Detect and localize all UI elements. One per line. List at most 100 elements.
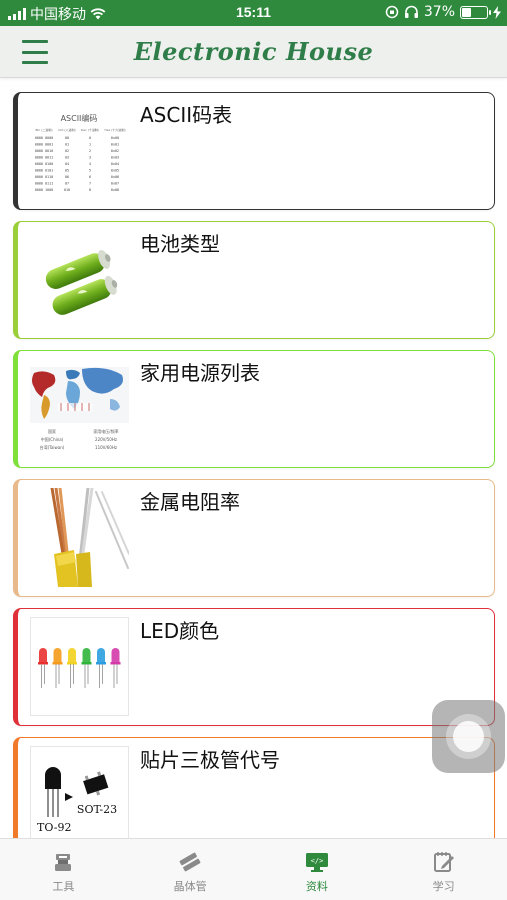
headphones-icon — [404, 5, 418, 18]
app-title: Electronic House — [133, 37, 374, 66]
study-notebook-icon — [433, 852, 454, 872]
ascii-thumb-header: Dec (十进制) — [81, 127, 99, 132]
led-icon — [52, 648, 63, 688]
assistive-touch-button[interactable] — [432, 700, 505, 773]
ascii-thumb-cell: 0x04 — [111, 162, 119, 166]
led-colors-thumbnail — [30, 617, 129, 716]
battery-percent: 37% — [423, 4, 455, 20]
tab-transistor[interactable]: 晶体管 — [127, 839, 254, 900]
tab-label: 资料 — [305, 880, 328, 893]
list-item-led-colors[interactable]: LED颜色 — [13, 608, 495, 726]
ascii-thumb-cell: 6 — [89, 175, 91, 179]
ascii-thumb-cell: 0000 0011 — [35, 156, 53, 160]
ascii-thumb-cell: 0x07 — [111, 182, 119, 186]
tab-label: 工具 — [52, 880, 75, 893]
tab-label: 学习 — [432, 880, 455, 893]
ascii-thumb-cell: 0x03 — [111, 156, 119, 160]
ascii-thumb-header: Oct (八进制) — [58, 127, 75, 132]
ascii-thumb-cell: 5 — [89, 169, 91, 173]
ascii-thumb-cell: 0x08 — [111, 188, 119, 192]
battery-thumbnail — [30, 230, 129, 329]
list-item-smd-transistor-codes[interactable]: SOT-23 TO-92 贴片三极管代号 — [13, 737, 495, 838]
item-label: 电池类型 — [140, 232, 220, 256]
app-header: Electronic House — [0, 26, 507, 78]
tab-label: 晶体管 — [173, 880, 207, 893]
ascii-thumb-cell: 0x02 — [111, 149, 119, 153]
led-icon — [81, 648, 92, 688]
ascii-thumb-cell: 0 — [89, 136, 91, 140]
ascii-thumb-cell: 05 — [65, 169, 69, 173]
ascii-thumb-title: ASCII编码 — [61, 113, 98, 123]
ascii-thumb-header: Hex (十六进制) — [104, 127, 125, 132]
power-thumb-cell: 台湾(Taiwan) — [40, 444, 65, 450]
ascii-thumb-cell: 07 — [65, 182, 69, 186]
tab-study[interactable]: 学习 — [380, 839, 507, 900]
orientation-lock-icon — [385, 5, 399, 19]
status-right: 37% — [385, 4, 501, 20]
ascii-thumb-cell: 3 — [89, 156, 91, 160]
ascii-thumb-cell: 0000 0100 — [35, 162, 53, 166]
list-item-household-power[interactable]: 国家 家用电压/频率 中国(China) 220V/50Hz 台湾(Taiwan) 1… — [13, 350, 495, 468]
led-icon — [67, 648, 77, 688]
smd-transistor-thumbnail: SOT-23 TO-92 — [30, 746, 129, 838]
ascii-thumb-cell: 0000 1000 — [35, 188, 53, 192]
list-item-metal-resistivity[interactable]: 金属电阻率 — [13, 479, 495, 597]
list-item-ascii[interactable]: ASCII编码 Bin (二进制) Oct (八进制) Dec (十进制) He… — [13, 92, 495, 210]
power-thumb-header-country: 国家 — [48, 428, 56, 434]
ascii-thumb-cell: 06 — [65, 175, 69, 179]
status-bar: 中国移动 15:11 37% — [0, 0, 507, 26]
led-icon — [38, 648, 48, 688]
tab-reference[interactable]: </> 资料 — [254, 839, 381, 900]
power-thumb-cell: 110V/60Hz — [95, 445, 117, 450]
ascii-thumb-cell: 0000 0001 — [35, 143, 53, 147]
smd-thumb-label-sot23: SOT-23 — [77, 803, 117, 816]
ascii-thumb-cell: 0000 0111 — [35, 182, 53, 186]
reference-monitor-icon: </> — [305, 853, 328, 872]
ascii-thumb-cell: 04 — [65, 162, 69, 166]
power-thumb-header-voltage: 家用电压/频率 — [93, 428, 118, 434]
battery-icon — [460, 5, 491, 19]
ascii-thumb-cell: 8 — [89, 188, 91, 192]
led-icon — [96, 648, 106, 688]
ascii-thumb-cell: 0x01 — [111, 143, 119, 147]
bottom-tab-bar: 工具 晶体管 </> 资料 学习 — [0, 838, 507, 900]
item-label: 家用电源列表 — [140, 361, 260, 385]
item-label: 金属电阻率 — [140, 490, 240, 514]
led-icon — [110, 648, 121, 688]
item-label: LED颜色 — [140, 619, 220, 643]
ascii-thumb-cell: 00 — [65, 136, 69, 140]
ascii-thumb-cell: 0000 0110 — [35, 175, 53, 179]
power-thumb-cell: 中国(China) — [41, 436, 64, 442]
ascii-table-thumbnail: ASCII编码 Bin (二进制) Oct (八进制) Dec (十进制) He… — [30, 101, 129, 200]
ascii-thumb-cell: 03 — [65, 156, 69, 160]
item-label: 贴片三极管代号 — [140, 748, 280, 772]
ascii-thumb-cell: 1 — [89, 143, 91, 147]
ascii-thumb-cell: 010 — [64, 188, 70, 192]
battery-fill — [462, 7, 471, 17]
copper-wire-thumbnail — [30, 488, 129, 587]
svg-text:</>: </> — [311, 857, 324, 865]
tab-tools[interactable]: 工具 — [0, 839, 127, 900]
ascii-thumb-cell: 0000 0010 — [35, 149, 53, 153]
ascii-thumb-cell: 01 — [65, 143, 69, 147]
ascii-thumb-header: Bin (二进制) — [35, 127, 52, 132]
ascii-thumb-cell: 4 — [89, 162, 91, 166]
app-root: 中国移动 15:11 37% Electronic House ASCII编码 … — [0, 0, 507, 900]
ascii-thumb-cell: 2 — [89, 149, 91, 153]
world-power-map-thumbnail: 国家 家用电压/频率 中国(China) 220V/50Hz 台湾(Taiwan) 1… — [30, 359, 129, 458]
transistor-icon — [179, 852, 201, 872]
ascii-thumb-cell: 7 — [89, 182, 91, 186]
ascii-thumb-cell: 02 — [65, 149, 69, 153]
ascii-thumb-cell: 0x00 — [111, 136, 119, 140]
list-item-battery[interactable]: 电池类型 — [13, 221, 495, 339]
tools-icon — [55, 854, 72, 871]
smd-thumb-label-to92: TO-92 — [37, 821, 71, 834]
ascii-thumb-cell: 0000 0101 — [35, 169, 53, 173]
ascii-thumb-cell: 0x06 — [111, 175, 119, 179]
item-label: ASCII码表 — [140, 103, 233, 127]
reference-list[interactable]: ASCII编码 Bin (二进制) Oct (八进制) Dec (十进制) He… — [0, 78, 507, 838]
ascii-thumb-cell: 0x05 — [111, 169, 119, 173]
power-thumb-cell: 220V/50Hz — [95, 437, 117, 442]
charging-bolt-icon — [493, 5, 501, 19]
ascii-thumb-cell: 0000 0000 — [35, 136, 53, 140]
